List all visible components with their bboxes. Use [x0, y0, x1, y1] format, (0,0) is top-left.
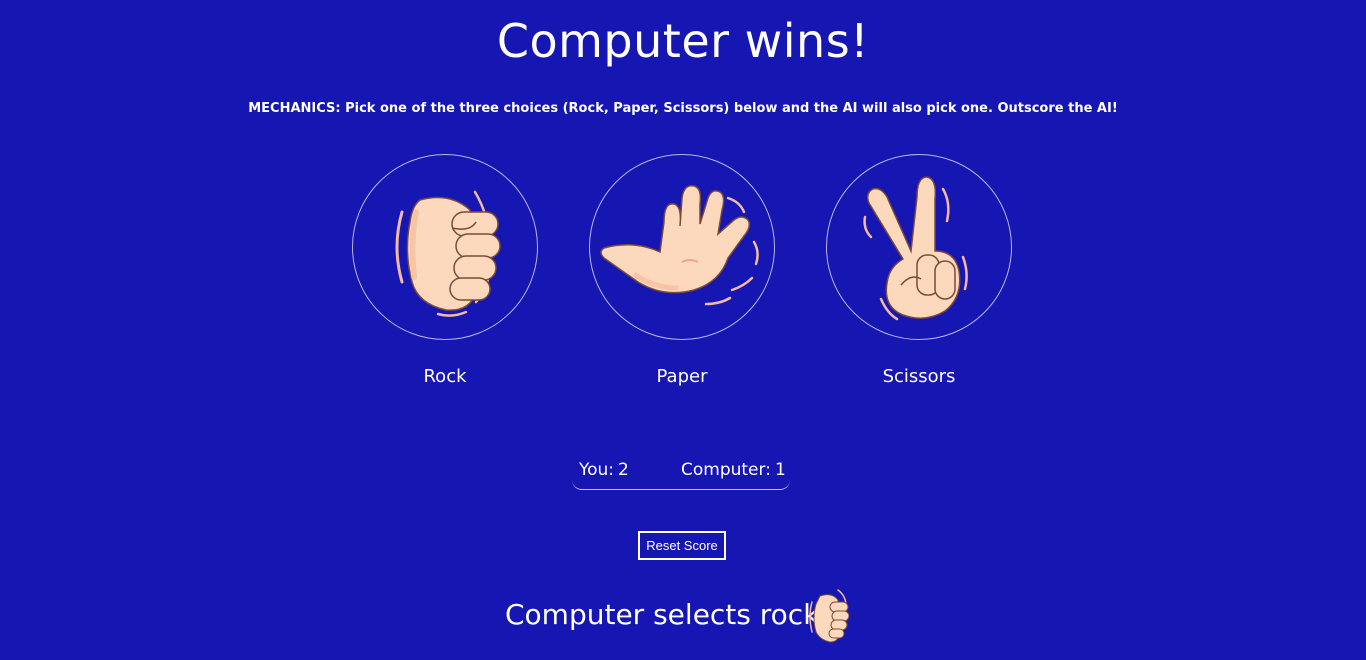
- scissors-hand-icon: [863, 176, 968, 321]
- score-you: You: 2: [579, 460, 629, 480]
- rock-fist-icon: [809, 589, 850, 643]
- reset-score-button[interactable]: Reset Score: [638, 531, 726, 560]
- choice-paper-circle[interactable]: [589, 154, 775, 340]
- choice-rock-circle[interactable]: [352, 154, 538, 340]
- rock-fist-icon: [395, 190, 501, 317]
- choice-scissors-circle[interactable]: [826, 154, 1012, 340]
- game-page: Computer wins! MECHANICS: Pick one of th…: [0, 0, 1366, 660]
- choice-rock-label: Rock: [423, 366, 467, 387]
- paper-hand-icon: [600, 185, 759, 306]
- computer-selection-text: Computer selects rock: [505, 598, 820, 631]
- choice-scissors-label: Scissors: [882, 366, 956, 387]
- result-title: Computer wins!: [496, 14, 870, 68]
- scoreboard: You: 2 Computer: 1: [572, 456, 790, 490]
- score-computer: Computer: 1: [681, 460, 786, 480]
- score-you-label: You:: [579, 460, 615, 480]
- choice-rock-button[interactable]: Rock: [352, 154, 538, 387]
- score-computer-label: Computer:: [681, 460, 771, 480]
- score-you-value: 2: [618, 460, 629, 480]
- choice-scissors-button[interactable]: Scissors: [826, 154, 1012, 387]
- choice-paper-button[interactable]: Paper: [589, 154, 775, 387]
- score-computer-value: 1: [774, 460, 786, 480]
- mechanics-text: MECHANICS: Pick one of the three choices…: [248, 101, 1118, 116]
- choice-paper-label: Paper: [656, 366, 708, 387]
